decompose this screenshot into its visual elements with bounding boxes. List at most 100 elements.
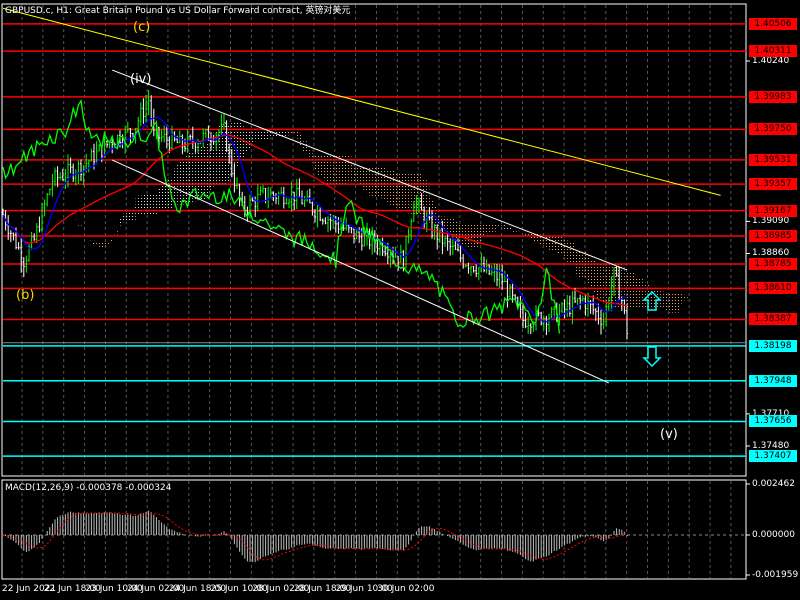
cloud-segment [104, 242, 107, 247]
chart-canvas[interactable] [0, 0, 800, 600]
cloud-segment [265, 131, 269, 140]
cloud-segment [140, 195, 144, 216]
cloud-segment [694, 301, 698, 303]
cloud-segment [471, 224, 474, 250]
cloud-segment [642, 277, 646, 309]
cloud-segment [689, 299, 692, 301]
macd-title: MACD(12,26,9) -0.000378 -0.000324 [5, 483, 172, 493]
cloud-segment [640, 277, 643, 307]
cloud-segment [166, 177, 170, 210]
cloud-segment [387, 170, 391, 203]
cloud-segment [250, 130, 253, 144]
wave-label-c: (c) [133, 20, 151, 35]
cloud-segment [473, 224, 477, 250]
cloud-segment [504, 226, 508, 231]
cloud-segment [481, 224, 484, 237]
cloud-segment [268, 131, 271, 139]
cloud-segment [673, 294, 677, 313]
cloud-segment [263, 131, 266, 140]
cloud-segment [684, 295, 687, 301]
price-bars [2, 89, 628, 340]
cloud-segment [575, 250, 578, 274]
cloud-segment [507, 226, 510, 231]
wave-label-v: (v) [660, 427, 678, 442]
cloud-segment [385, 170, 388, 203]
cloud-segment [364, 167, 367, 191]
cloud-segment [637, 277, 640, 309]
cloud-segment [502, 224, 505, 231]
cloud-segment [663, 294, 666, 308]
cloud-segment [273, 130, 276, 138]
cloud-segment [260, 131, 263, 140]
cloud-segment [523, 232, 526, 236]
cloud-segment [590, 260, 594, 290]
drawn-lines[interactable] [2, 7, 721, 384]
wave-label-iv: (iv) [130, 72, 152, 87]
cloud-segment [86, 229, 89, 231]
cloud-segment [200, 146, 204, 200]
cloud-segment [572, 241, 575, 265]
cloud-segment [390, 170, 393, 206]
macd-axis-label: 0.000000 [752, 530, 795, 540]
cloud-segment [559, 236, 562, 256]
cloud-segment [525, 232, 529, 236]
cloud-segment [400, 172, 404, 212]
cloud-segment [156, 192, 159, 216]
cloud-segment [148, 193, 152, 216]
cloud-segment [403, 173, 406, 213]
cloud-segment [484, 224, 487, 234]
resistance-level-label: 1.38785 [749, 257, 797, 270]
cloud-segment [99, 242, 102, 248]
cloud-segment [192, 149, 196, 202]
cloud-segment [101, 242, 105, 248]
cloud-segment [114, 233, 118, 236]
cloud-segment [367, 167, 370, 194]
cloud-segment [351, 158, 354, 183]
support-level-label: 1.38198 [749, 339, 797, 352]
macd-axis-label: -0.001959 [752, 570, 799, 580]
cloud-segment [463, 223, 466, 245]
cloud-segment [629, 271, 633, 310]
cloud-segment [286, 131, 289, 136]
cloud-segment [556, 236, 560, 255]
cloud-segment [133, 206, 136, 222]
support-level-label: 1.37948 [749, 374, 797, 387]
cloud-segment [686, 297, 690, 301]
cloud-segment [632, 272, 635, 309]
resistance-level-label: 1.40506 [749, 17, 797, 30]
cloud-segment [179, 159, 183, 205]
chart-title: GBPUSD.c, H1: Great Britain Pound vs US … [5, 6, 351, 16]
resistance-level-label: 1.38985 [749, 230, 797, 243]
cloud-segment [452, 217, 456, 236]
cloud-segment [309, 148, 313, 161]
cloud-segment [257, 131, 261, 140]
cloud-segment [460, 223, 464, 245]
cloud-segment [205, 143, 209, 197]
cloud-segment [75, 224, 79, 226]
cloud-segment [127, 210, 131, 222]
cloud-segment [120, 218, 123, 226]
cloud-segment [356, 167, 360, 183]
cloud-segment [117, 228, 120, 233]
cloud-segment [255, 130, 258, 140]
cloud-segment [562, 237, 565, 257]
cloud-segment [247, 130, 250, 149]
cloud-segment [361, 167, 365, 190]
cloud-segment [588, 255, 591, 285]
cloud-segment [185, 156, 188, 205]
cloud-segment [398, 172, 401, 208]
resistance-level-label: 1.38610 [749, 282, 797, 295]
resistance-level-label: 1.39531 [749, 153, 797, 166]
cloud-segment [138, 195, 141, 216]
support-level-label: 1.37656 [749, 415, 797, 428]
cloud-segment [153, 193, 157, 216]
cloud-segment [304, 141, 308, 154]
resistance-level-label: 1.39357 [749, 178, 797, 191]
cloud-segment [551, 236, 555, 252]
cloud-segment [520, 232, 523, 234]
cloud-segment [81, 225, 84, 227]
cloud-segment [242, 126, 245, 162]
resistance-level-label: 1.39167 [749, 204, 797, 217]
resistance-level-label: 1.40311 [749, 45, 797, 58]
cloud-segment [159, 188, 162, 213]
